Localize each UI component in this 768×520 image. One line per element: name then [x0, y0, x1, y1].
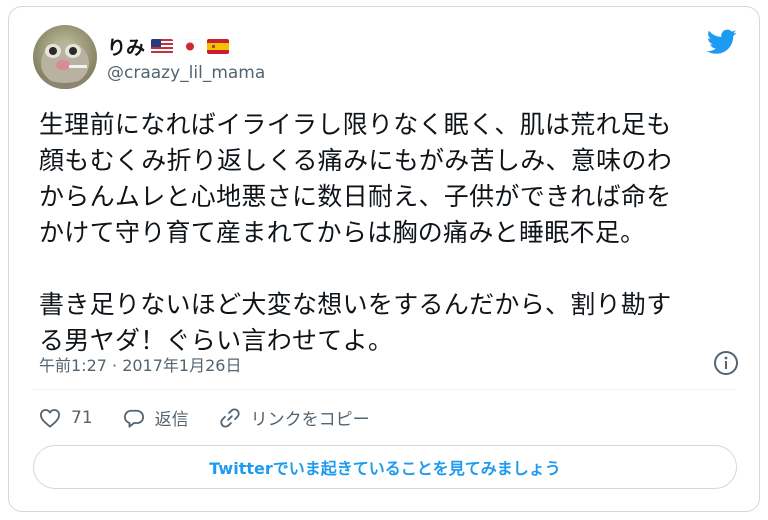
us-flag-icon — [151, 39, 174, 54]
divider — [33, 389, 735, 390]
reply-label: 返信 — [154, 410, 189, 430]
tweet-timestamp[interactable]: 午前1:27 · 2017年1月26日 — [39, 352, 241, 376]
action-bar: 71 返信 リンクをコピー — [39, 405, 400, 430]
like-count: 71 — [71, 407, 93, 428]
copy-link-label: リンクをコピー — [250, 410, 370, 430]
like-button[interactable]: 71 — [39, 408, 93, 428]
display-name[interactable]: りみ — [107, 33, 145, 60]
link-icon — [219, 407, 240, 428]
info-icon[interactable] — [713, 350, 739, 376]
explore-twitter-button[interactable]: Twitterでいま起きていることを見てみましょう — [33, 445, 737, 489]
avatar[interactable] — [33, 25, 97, 89]
reply-button[interactable]: 返信 — [123, 405, 189, 430]
jp-flag-icon — [179, 39, 202, 54]
tweet-text: 生理前になればイライラし限りなく眠く、肌は荒れ足も 顔もむくみ折り返しくる痛みに… — [39, 110, 673, 355]
reply-icon — [123, 409, 144, 428]
twitter-bird-icon[interactable] — [707, 29, 737, 55]
author-name-row[interactable]: りみ — [107, 33, 230, 60]
heart-icon — [40, 408, 60, 428]
es-flag-icon — [207, 39, 230, 54]
user-handle[interactable]: @craazy_lil_mama — [107, 63, 265, 83]
tweet-card: りみ @craazy_lil_mama 生理前になればイライラし限りなく眠く、肌… — [8, 6, 760, 512]
copy-link-button[interactable]: リンクをコピー — [219, 405, 370, 430]
